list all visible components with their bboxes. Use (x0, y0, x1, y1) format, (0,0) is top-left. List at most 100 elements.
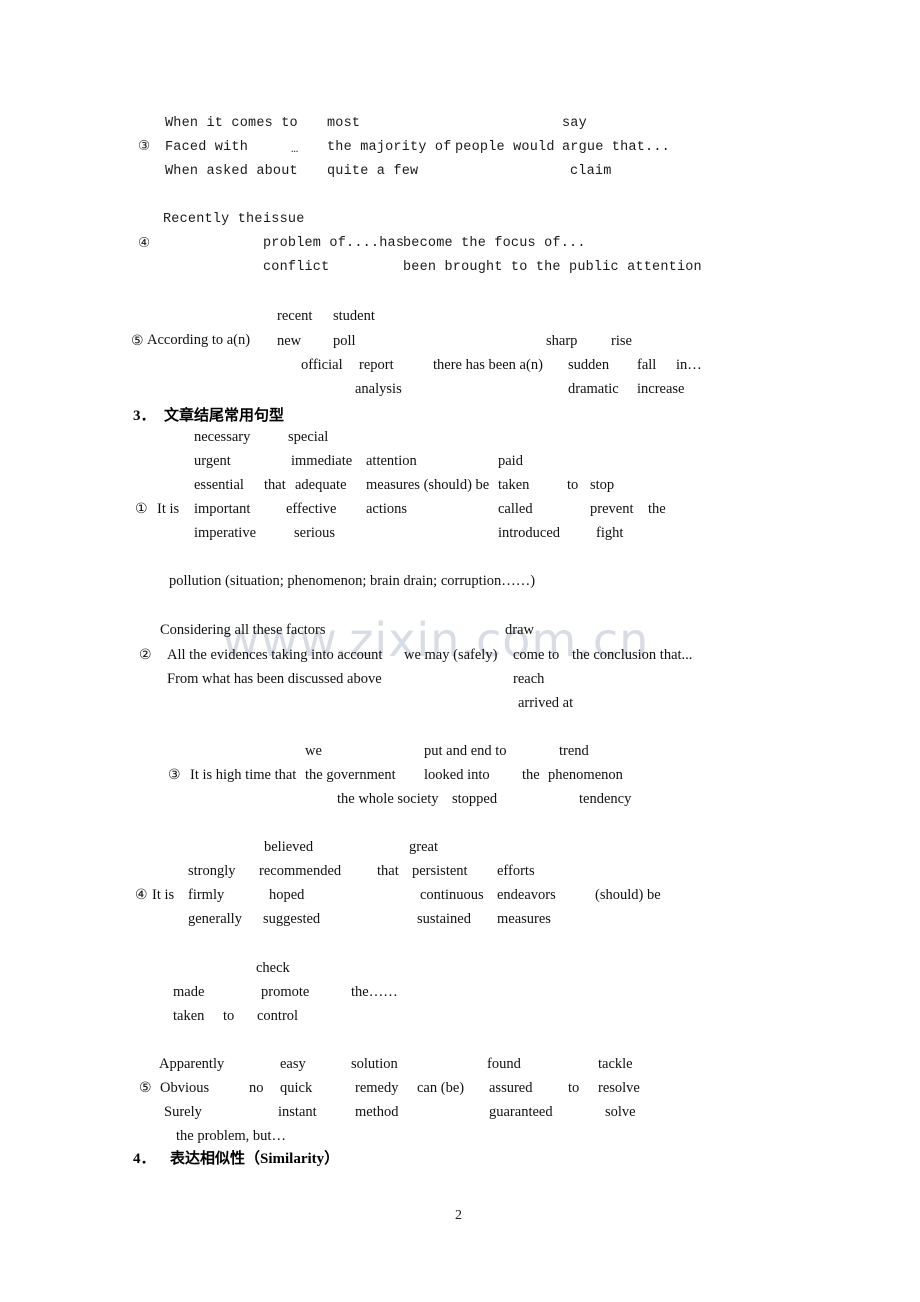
pattern5-lead: According to a(n) (147, 332, 251, 348)
item1-to: to (567, 477, 579, 493)
item2-col2-0: we may (safely) (404, 647, 498, 663)
item1-col2-2: adequate (295, 477, 347, 493)
item5-col1-1: Obvious (160, 1080, 210, 1096)
pattern4-col3-0: become the focus of... (403, 236, 586, 251)
item4-col3-3: sustained (417, 911, 471, 927)
item5-to: to (568, 1080, 580, 1096)
item1-col4-3: introduced (498, 525, 561, 541)
pattern5-col4-0: rise (611, 333, 632, 349)
item1-col5-0: stop (590, 477, 615, 493)
pattern5-col3-0: sharp (546, 333, 578, 349)
item3-col2-0: put and end to (424, 743, 507, 759)
item1-col5-1: prevent (590, 501, 634, 517)
pattern3-col4-2: claim (570, 164, 612, 179)
item5-col4-0: found (487, 1056, 521, 1072)
item4-col2-1: recommended (259, 863, 342, 879)
item2-col3-1: come to (513, 647, 560, 663)
item5-canbe: can (be) (417, 1080, 465, 1096)
item5-col3-0: solution (351, 1056, 398, 1072)
item1-col1-2: essential (194, 477, 244, 493)
item3-col2-2: stopped (452, 791, 498, 807)
pattern4-col3-1: been brought to the public attention (403, 260, 702, 275)
item2-col1-2: From what has been discussed above (167, 671, 382, 687)
item1-col2-0: special (288, 429, 329, 445)
section3-number: 3． (133, 408, 156, 424)
pattern3-col1-1: Faced with (165, 140, 249, 155)
item4-col2-3: suggested (263, 911, 321, 927)
pattern3-col3-0: people would (455, 140, 555, 155)
item4-col4-1: endeavors (497, 887, 556, 903)
item2-col1-1: All the evidences taking into account (167, 647, 383, 663)
item3-col2-1: looked into (424, 767, 490, 783)
pattern5-col1-0: recent (277, 308, 313, 324)
pattern3-col2-2: quite a few (327, 164, 419, 179)
item4-col3-0: great (409, 839, 438, 855)
section3-title: 文章结尾常用句型 (164, 408, 285, 424)
item1-marker: ① (135, 501, 148, 517)
item4-col6-2: control (257, 1008, 299, 1024)
item1-col1-4: imperative (194, 525, 257, 541)
pattern4-col1-0: Recently the (163, 212, 263, 227)
item4-tail: the…… (351, 984, 398, 1000)
item3-col1-0: we (305, 743, 322, 759)
pattern3-col4-0: say (562, 116, 587, 131)
item5-tail: the problem, but… (176, 1128, 286, 1144)
section4-number: 4． (133, 1151, 156, 1167)
item4-col2-0: believed (264, 839, 314, 855)
item4-should-be: (should) be (595, 887, 661, 903)
item5-col4-1: assured (489, 1080, 533, 1096)
item4-col1-1: firmly (188, 887, 225, 903)
item5-col2-2: instant (278, 1104, 317, 1120)
item3-col1-1: the government (305, 767, 396, 783)
pattern5-mid: there has been a(n) (433, 357, 543, 373)
item1-lead: It is (157, 501, 180, 517)
pattern5-col2-2: report (359, 357, 394, 373)
pattern5-col2-0: student (333, 308, 375, 324)
item4-col4-2: measures (497, 911, 551, 927)
item1-col4-2: called (498, 501, 533, 517)
item3-col3-2: tendency (579, 791, 632, 807)
page-number: 2 (455, 1208, 462, 1223)
pattern5-col2-1: poll (333, 333, 356, 349)
item1-col1-1: urgent (194, 453, 231, 469)
item2-col3-3: arrived at (518, 695, 574, 711)
item1-col3-1: measures (should) be (366, 477, 490, 493)
item4-lead: It is (152, 887, 175, 903)
item4-to: to (223, 1008, 235, 1024)
item4-col3-2: continuous (420, 887, 484, 903)
item5-col5-2: solve (605, 1104, 636, 1120)
item1-col1-0: necessary (194, 429, 251, 445)
item1-the: the (648, 501, 666, 517)
item1-that: that (264, 477, 286, 493)
pattern5-col4-1: fall (637, 357, 657, 373)
item3-the: the (522, 767, 540, 783)
pattern3-col2-1: the majority of (327, 140, 452, 155)
item5-col2-1: quick (280, 1080, 313, 1096)
item2-col4-0: the conclusion that... (572, 647, 693, 663)
item5-col1-0: Apparently (159, 1056, 225, 1072)
pattern3-marker: ③ (138, 138, 151, 154)
item4-col2-2: hoped (269, 887, 305, 903)
item3-lead: It is high time that (190, 767, 297, 783)
item4-marker: ④ (135, 887, 148, 903)
pattern5-marker: ⑤ (131, 333, 144, 349)
pattern5-col3-1: sudden (568, 357, 610, 373)
item4-that: that (377, 863, 399, 879)
pattern5-col1-3: analysis (355, 381, 402, 397)
item3-col3-0: trend (559, 743, 589, 759)
item4-col6-1: promote (261, 984, 310, 1000)
pattern4-col2-2: conflict (263, 260, 330, 275)
item5-col1-2: Surely (164, 1104, 202, 1120)
item3-marker: ③ (168, 767, 181, 783)
pattern5-col4-2: increase (637, 381, 685, 397)
item1-col2-4: serious (294, 525, 336, 541)
pattern3-ellipsis: … (291, 142, 299, 156)
pattern3-col4-1: argue that... (562, 140, 670, 155)
item5-no: no (249, 1080, 264, 1096)
item3-col3-1: phenomenon (548, 767, 623, 783)
item1-col2-1: immediate (291, 453, 353, 469)
pattern3-col1-2: When asked about (165, 164, 298, 179)
pattern4-col2-0: issue (263, 212, 305, 227)
document-page: www.zixin.com.cn ③ When it comes to Face… (0, 0, 920, 1302)
pattern5-col3-2: dramatic (568, 381, 619, 397)
